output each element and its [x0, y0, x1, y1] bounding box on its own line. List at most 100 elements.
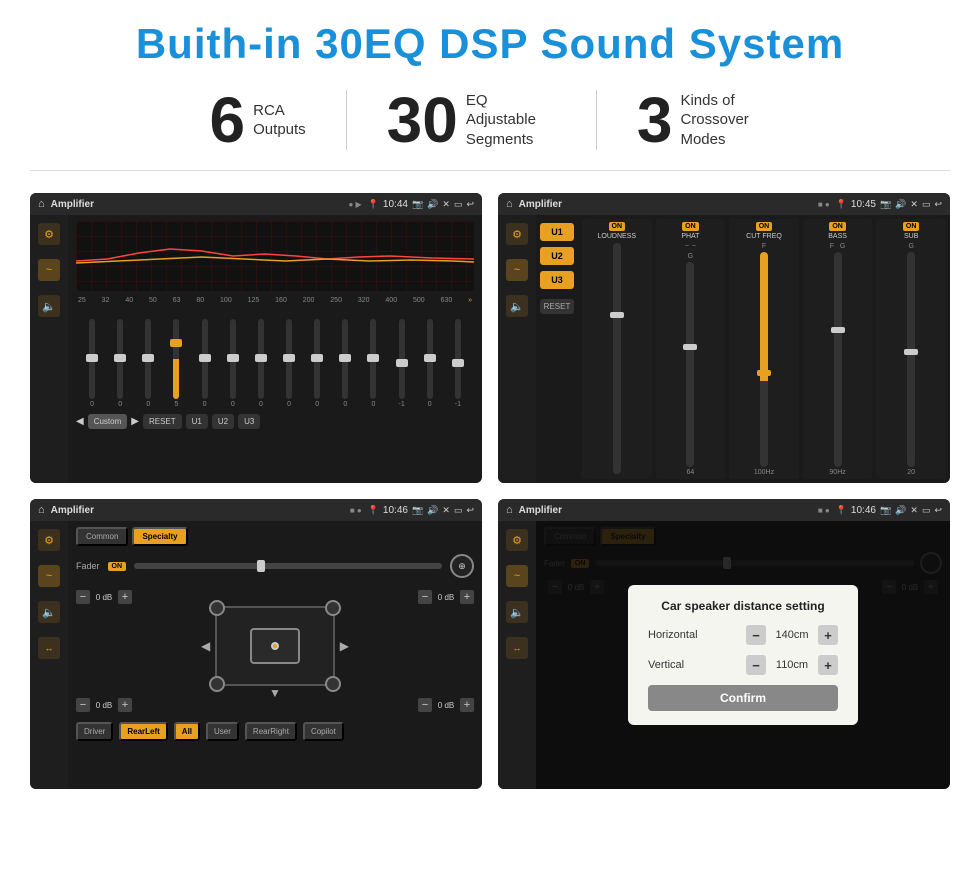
car-corner-bl — [209, 676, 225, 692]
dsp-sidebar-icon-3[interactable]: 🔈 — [506, 295, 528, 317]
cross-tab-specialty[interactable]: Specialty — [132, 527, 187, 546]
eq-sliders: 0 0 0 5 — [76, 308, 474, 408]
modal-horizontal-value: 140cm — [772, 629, 812, 641]
dsp-home-icon: ⌂ — [506, 198, 513, 210]
eq-volume-icon: 🔊 — [427, 199, 438, 210]
db-minus-tr[interactable]: − — [418, 590, 432, 604]
dialog-sidebar-icon-1[interactable]: ⚙ — [506, 529, 528, 551]
phat-value: 64 — [686, 469, 694, 476]
eq-title: Amplifier — [51, 199, 343, 210]
eq-sidebar-icon-2[interactable]: ~ — [38, 259, 60, 281]
db-plus-tr[interactable]: + — [460, 590, 474, 604]
db-minus-tl[interactable]: − — [76, 590, 90, 604]
modal-horizontal-minus[interactable]: − — [746, 625, 766, 645]
cross-tab-common[interactable]: Common — [76, 527, 128, 546]
cross-camera-icon: 📷 — [412, 505, 423, 516]
cross-sidebar-icon-1[interactable]: ⚙ — [38, 529, 60, 551]
stat-label-eq: EQ AdjustableSegments — [466, 91, 556, 150]
car-arrow-right: ▶ — [340, 639, 349, 653]
fader-on-badge: ON — [108, 562, 127, 571]
modal-vertical-minus[interactable]: − — [746, 655, 766, 675]
dsp-u1-btn[interactable]: U1 — [540, 223, 574, 241]
car-arrow-down: ▼ — [269, 686, 281, 700]
dsp-sidebar-icon-1[interactable]: ⚙ — [506, 223, 528, 245]
cross-sidebar-icon-2[interactable]: ~ — [38, 565, 60, 587]
copilot-btn[interactable]: Copilot — [303, 722, 344, 741]
bass-slider[interactable] — [834, 252, 842, 467]
db-minus-br[interactable]: − — [418, 698, 432, 712]
dialog-sidebar-icon-2[interactable]: ~ — [506, 565, 528, 587]
dialog-sidebar-icon-4[interactable]: ↔ — [506, 637, 528, 659]
modal-horizontal-label: Horizontal — [648, 629, 698, 641]
dialog-back-icon: ↩ — [934, 505, 942, 516]
db-plus-bl[interactable]: + — [118, 698, 132, 712]
eq-sidebar-icon-1[interactable]: ⚙ — [38, 223, 60, 245]
eq-next-btn[interactable]: ▶ — [131, 416, 139, 427]
eq-slider-13: -1 — [444, 319, 472, 408]
sub-slider[interactable] — [907, 252, 915, 467]
fader-thumb — [257, 560, 265, 572]
dsp-left-buttons: U1 U2 U3 RESET — [536, 215, 578, 483]
eq-slider-6: 0 — [247, 319, 275, 408]
phat-slider[interactable] — [686, 262, 694, 467]
db-plus-br[interactable]: + — [460, 698, 474, 712]
dsp-topbar-icons: 📍 10:45 📷 🔊 ✕ ▭ ↩ — [836, 199, 942, 210]
eq-slider-4: 0 — [191, 319, 219, 408]
dsp-sidebar-icon-2[interactable]: ~ — [506, 259, 528, 281]
stat-rca: 6 RCAOutputs — [170, 88, 346, 152]
modal-vertical-label: Vertical — [648, 659, 684, 671]
modal-vertical-plus[interactable]: + — [818, 655, 838, 675]
rearright-btn[interactable]: RearRight — [245, 722, 297, 741]
eq-prev-btn[interactable]: ◀ — [76, 416, 84, 427]
eq-preset-btn[interactable]: Custom — [88, 414, 128, 429]
dialog-topbar: ⌂ Amplifier ■ ● 📍 10:46 📷 🔊 ✕ ▭ ↩ — [498, 499, 950, 521]
user-btn[interactable]: User — [206, 722, 239, 741]
stat-label-crossover: Kinds ofCrossover Modes — [680, 91, 770, 150]
db-top-right: − 0 dB + — [418, 590, 474, 604]
modal-title: Car speaker distance setting — [648, 599, 838, 613]
confirm-button[interactable]: Confirm — [648, 685, 838, 711]
eq-sidebar-icon-3[interactable]: 🔈 — [38, 295, 60, 317]
eq-bottom-controls: ◀ Custom ▶ RESET U1 U2 U3 — [76, 414, 474, 429]
dsp-reset-btn[interactable]: RESET — [540, 299, 574, 314]
cross-sidebar-icon-3[interactable]: 🔈 — [38, 601, 60, 623]
eq-u2-btn[interactable]: U2 — [212, 414, 234, 429]
cross-sidebar-icon-4[interactable]: ↔ — [38, 637, 60, 659]
loudness-slider[interactable] — [613, 243, 621, 474]
sub-value: 20 — [907, 469, 915, 476]
dialog-sidebar-icon-3[interactable]: 🔈 — [506, 601, 528, 623]
car-diagram-area: − 0 dB + − 0 dB + — [76, 586, 474, 716]
rearleft-btn[interactable]: RearLeft — [119, 722, 167, 741]
stat-number-eq: 30 — [387, 88, 458, 152]
eq-dot-icon: ● ▶ — [348, 200, 361, 209]
eq-frequency-labels: 253240506380100125160200250320400500630 … — [76, 297, 474, 304]
stat-crossover: 3 Kinds ofCrossover Modes — [597, 88, 811, 152]
all-btn[interactable]: All — [174, 722, 200, 741]
modal-horizontal-control: − 140cm + — [746, 625, 838, 645]
eq-u1-btn[interactable]: U1 — [186, 414, 208, 429]
dsp-u2-btn[interactable]: U2 — [540, 247, 574, 265]
stat-number-crossover: 3 — [637, 88, 673, 152]
db-minus-bl[interactable]: − — [76, 698, 90, 712]
bass-on-badge: ON — [829, 222, 846, 231]
cross-home-icon: ⌂ — [38, 504, 45, 516]
fader-slider[interactable] — [134, 563, 442, 569]
eq-slider-5: 0 — [219, 319, 247, 408]
fader-icon: ⊕ — [458, 561, 466, 572]
cutfreq-slider[interactable] — [760, 252, 768, 467]
cross-topbar-icons: 📍 10:46 📷 🔊 ✕ ▭ ↩ — [368, 505, 474, 516]
driver-btn[interactable]: Driver — [76, 722, 113, 741]
fader-knob[interactable]: ⊕ — [450, 554, 474, 578]
modal-horizontal-plus[interactable]: + — [818, 625, 838, 645]
modal-vertical-value: 110cm — [772, 659, 812, 671]
dsp-channels: ON LOUDNESS ON PHAT ~~ — [582, 219, 946, 479]
cross-title: Amplifier — [51, 505, 344, 516]
eq-u3-btn[interactable]: U3 — [238, 414, 260, 429]
eq-reset-btn[interactable]: RESET — [143, 414, 182, 429]
fader-label: Fader — [76, 561, 100, 571]
dsp-u3-btn[interactable]: U3 — [540, 271, 574, 289]
dialog-main: Common Specialty Fader ON − 0 — [536, 521, 950, 789]
dsp-camera-icon: 📷 — [880, 199, 891, 210]
db-plus-tl[interactable]: + — [118, 590, 132, 604]
stats-row: 6 RCAOutputs 30 EQ AdjustableSegments 3 … — [30, 88, 950, 171]
